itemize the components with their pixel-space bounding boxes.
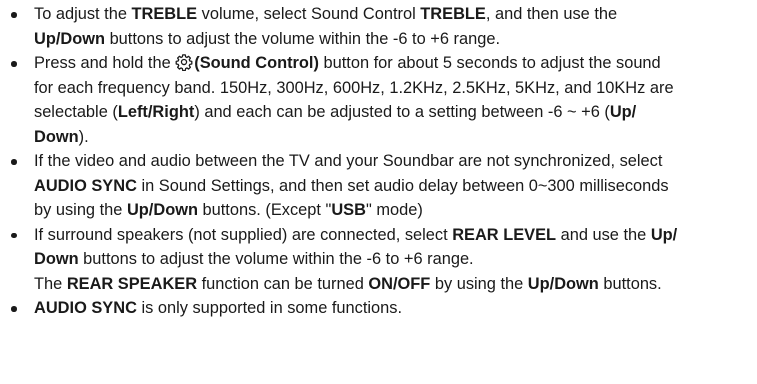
bullet-dot-icon [11, 12, 17, 18]
text-segment: and use the [556, 225, 651, 244]
bold-text: ON/OFF [368, 274, 431, 293]
text-line: for each frequency band. 150Hz, 300Hz, 6… [34, 76, 751, 101]
gear-icon [175, 53, 193, 71]
text-line: If the video and audio between the TV an… [34, 149, 751, 174]
text-segment: To adjust the [34, 5, 132, 23]
bold-text: Up/ [650, 225, 678, 244]
bold-text: REAR LEVEL [452, 225, 557, 244]
text-segment: buttons to adjust the volume within the … [105, 29, 500, 48]
text-line: selectable (Left/Right) and each can be … [34, 100, 751, 125]
bullet-item: To adjust the TREBLE volume, select Soun… [8, 2, 751, 51]
bold-text: (Sound Control) [194, 54, 319, 72]
text-segment: selectable ( [34, 103, 118, 121]
text-segment: ). [78, 127, 89, 146]
bullet-dot-icon [11, 159, 17, 165]
bullet-item: AUDIO SYNC is only supported in some fun… [8, 296, 751, 321]
bold-text: Down [34, 127, 79, 146]
text-line: The REAR SPEAKER function can be turned … [34, 272, 751, 297]
text-segment: by using the [430, 274, 528, 293]
bold-text: TREBLE [131, 5, 198, 23]
text-segment: buttons. (Except " [197, 201, 332, 219]
bold-text: AUDIO SYNC [34, 176, 137, 195]
text-segment: If the video and audio between the TV an… [34, 152, 663, 170]
text-segment: function can be turned [197, 274, 369, 293]
text-segment: ) and each can be adjusted to a setting … [194, 103, 610, 121]
bullet-list: To adjust the TREBLE volume, select Soun… [8, 2, 751, 321]
text-line: AUDIO SYNC is only supported in some fun… [34, 296, 751, 321]
text-segment: Press and hold the [34, 54, 176, 72]
bold-text: AUDIO SYNC [34, 299, 137, 317]
text-line: Press and hold the (Sound Control) butto… [34, 51, 751, 76]
bold-text: USB [331, 201, 366, 219]
bullet-dot-icon [11, 232, 17, 238]
manual-page: To adjust the TREBLE volume, select Soun… [0, 0, 757, 384]
text-segment: buttons to adjust the volume within the … [78, 250, 474, 268]
text-segment: If surround speakers (not supplied) are … [34, 225, 453, 244]
bold-text: REAR SPEAKER [66, 274, 198, 293]
text-segment: , and then use the [485, 5, 618, 23]
bold-text: Up/Down [527, 274, 599, 293]
text-line: Down). [34, 125, 751, 150]
bold-text: TREBLE [420, 5, 486, 23]
bullet-dot-icon [11, 306, 17, 312]
bold-text: Down [34, 250, 79, 268]
text-line: by using the Up/Down buttons. (Except "U… [34, 198, 751, 223]
text-segment: for each frequency band. 150Hz, 300Hz, 6… [34, 78, 674, 97]
text-segment: volume, select Sound Control [197, 5, 421, 23]
bullet-dot-icon [11, 61, 17, 67]
bold-text: Up/Down [34, 29, 106, 48]
text-segment: buttons. [598, 274, 662, 293]
text-line: To adjust the TREBLE volume, select Soun… [34, 2, 751, 27]
text-line: If surround speakers (not supplied) are … [34, 223, 751, 248]
text-line: Down buttons to adjust the volume within… [34, 247, 751, 272]
text-segment: button for about 5 seconds to adjust the… [318, 54, 661, 72]
text-segment: The [34, 274, 67, 293]
text-segment: is only supported in some functions. [136, 299, 403, 317]
bold-text: Up/Down [126, 201, 198, 219]
bold-text: Left/Right [117, 103, 195, 121]
bullet-item: If surround speakers (not supplied) are … [8, 223, 751, 297]
text-segment: by using the [34, 201, 127, 219]
text-segment: " mode) [365, 201, 423, 219]
bullet-item: Press and hold the (Sound Control) butto… [8, 51, 751, 149]
text-line: AUDIO SYNC in Sound Settings, and then s… [34, 174, 751, 199]
text-segment: in Sound Settings, and then set audio de… [136, 176, 669, 195]
bold-text: Up/ [609, 103, 637, 121]
bullet-item: If the video and audio between the TV an… [8, 149, 751, 223]
text-line: Up/Down buttons to adjust the volume wit… [34, 27, 751, 52]
